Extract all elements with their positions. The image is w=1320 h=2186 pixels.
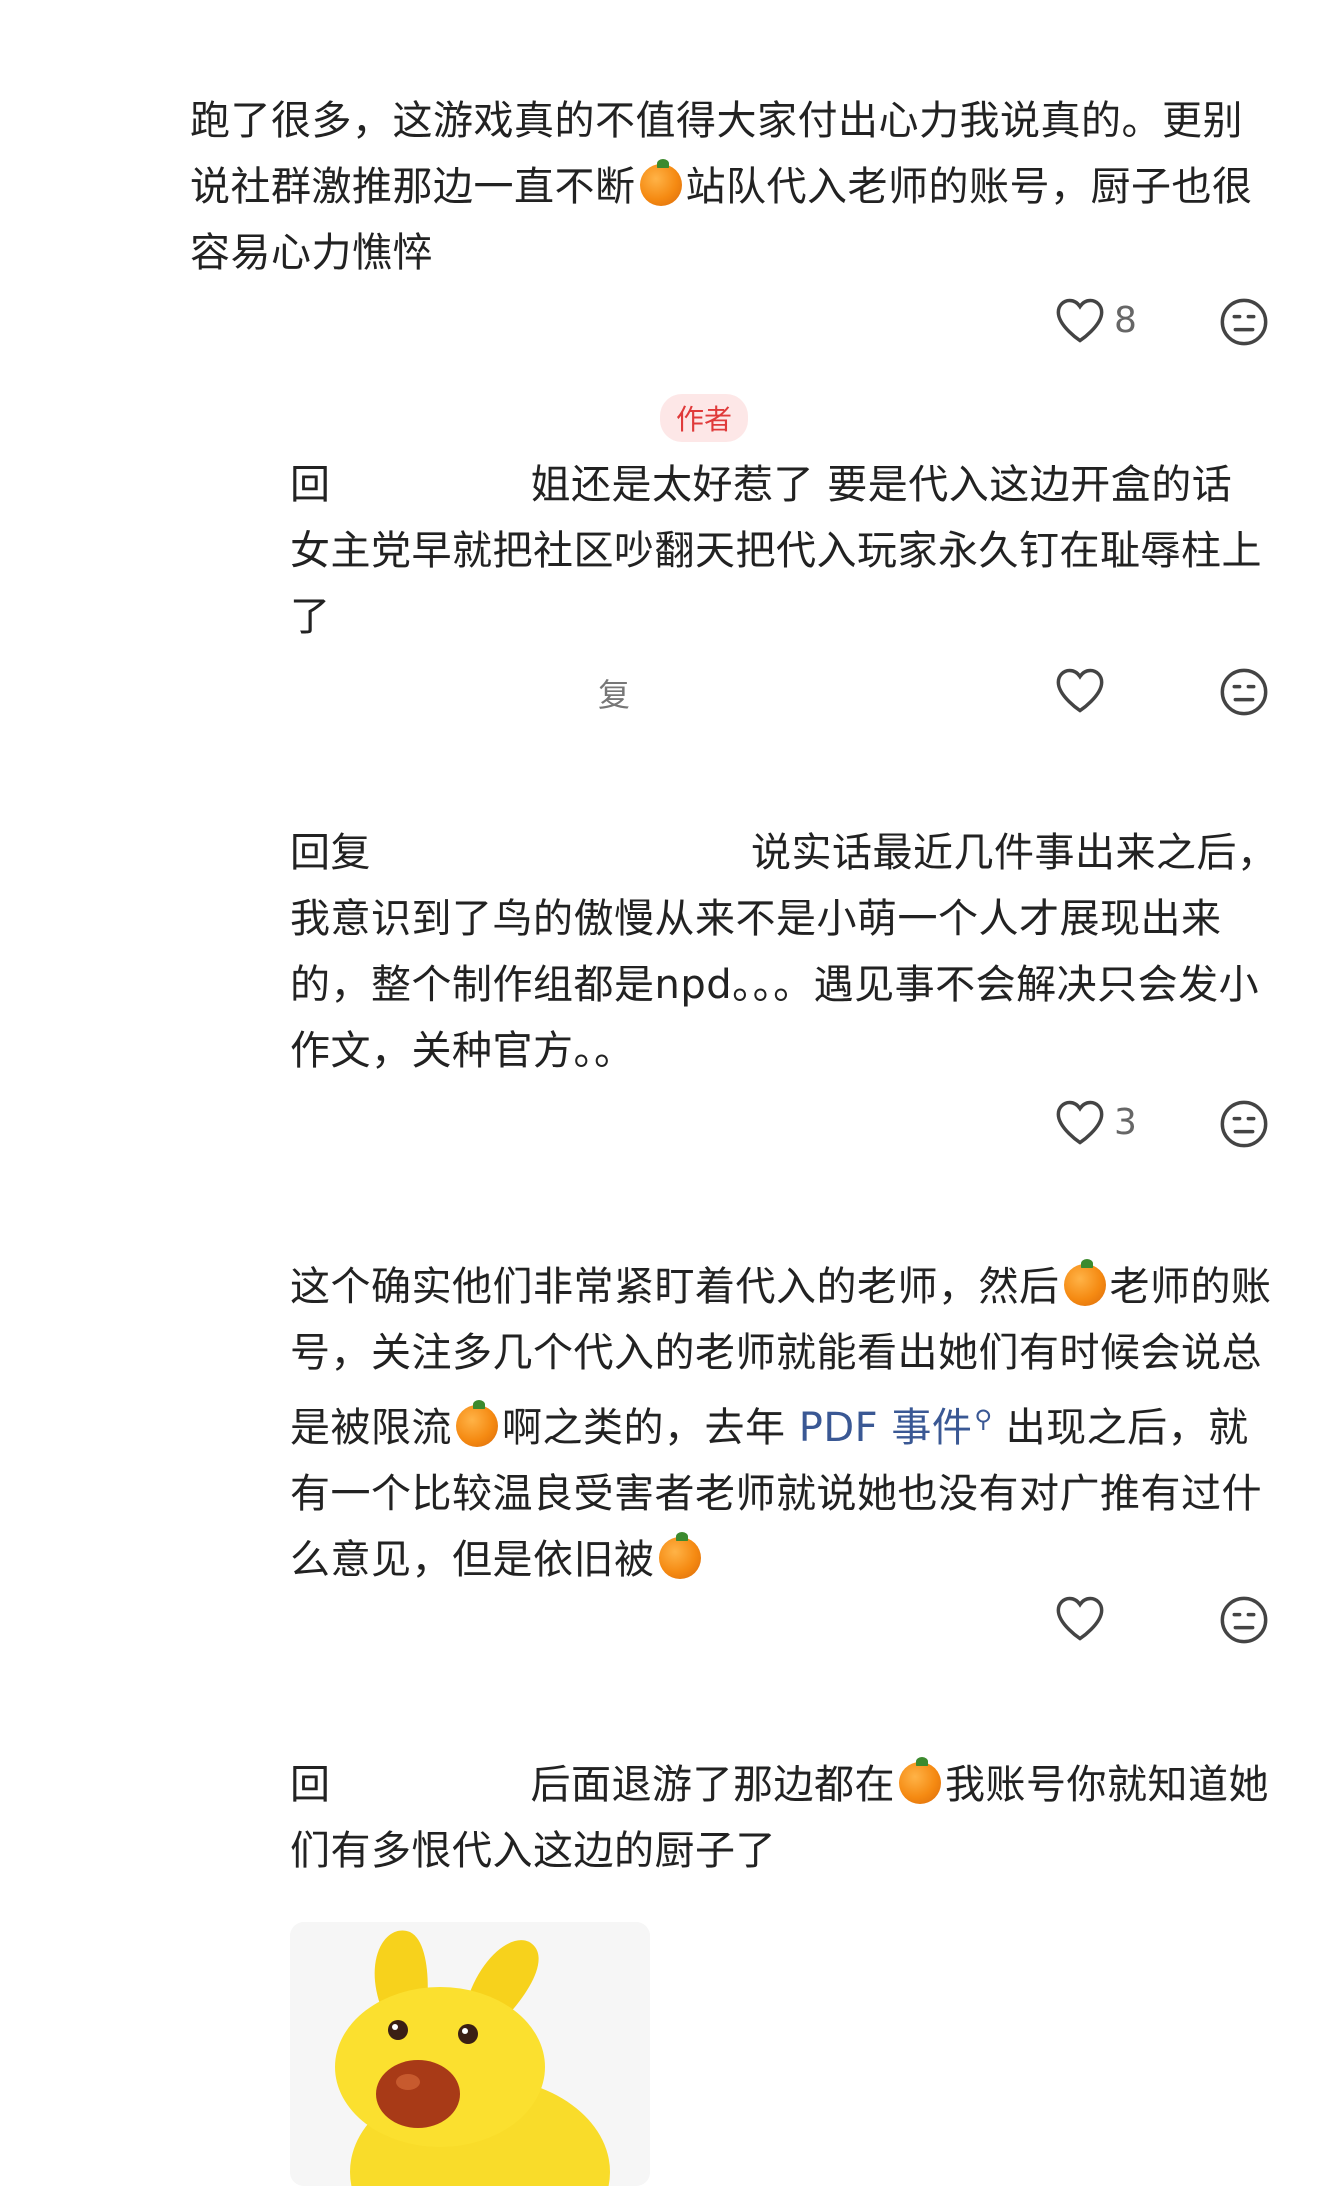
like-count: 8 [1114,299,1137,341]
neutral-face-icon [1220,1596,1268,1644]
redacted-username [330,1764,531,1804]
pdf-event-link[interactable]: PDF 事件⚲ [799,1405,993,1451]
neutral-face-icon [1220,1100,1268,1148]
orange-emoji-icon [456,1400,498,1447]
comment-3-text: 回复 说实话最近几件事出来之后，我意识到了鸟的傲慢从来不是小萌一个人才展现出来的，… [290,830,1278,1074]
neutral-face-icon [1220,668,1268,716]
redacted-username [371,832,751,872]
comment-4-actions [1054,1594,1106,1642]
orange-emoji-icon [639,159,682,206]
heart-icon [1056,1100,1104,1145]
heart-icon [1056,1596,1104,1641]
comment-2-text: 回姐还是太好惹了 要是代入这边开盒的话 女主党早就把社区吵翻天把代入玩家永久钉在… [290,462,1262,640]
heart-icon [1056,298,1104,343]
comment-4: 这个确实他们非常紧盯着代入的老师，然后 老师的账号，关注多几个代入的老师就能看出她… [290,1254,1280,1593]
heart-icon [1056,668,1104,713]
react-button[interactable] [1218,666,1270,722]
comment-5-text: 回后面退游了那边都在 我账号你就知道她们有多恨代入这边的厨子了 [290,1757,1269,1874]
like-button[interactable]: 8 [1054,296,1137,344]
comment-2: 回姐还是太好惹了 要是代入这边开盒的话 女主党早就把社区吵翻天把代入玩家永久钉在… [290,452,1280,650]
like-button[interactable] [1054,666,1106,714]
like-count: 3 [1114,1101,1137,1143]
orange-emoji-icon [1063,1259,1106,1306]
react-button[interactable] [1218,1594,1270,1650]
react-button[interactable] [1218,296,1270,352]
comment-3-actions: 3 [1054,1098,1137,1146]
reply-footer-fragment: 复 [598,676,631,714]
neutral-face-icon [1220,298,1268,346]
comment-4-text: 这个确实他们非常紧盯着代入的老师，然后 老师的账号，关注多几个代入的老师就能看出她… [290,1259,1272,1583]
comment-5: 回后面退游了那边都在 我账号你就知道她们有多恨代入这边的厨子了 [290,1752,1280,1884]
search-icon: ⚲ [974,1405,993,1433]
comment-1-actions: 8 [1054,296,1137,344]
like-button[interactable]: 3 [1054,1098,1137,1146]
comment-3: 回复 说实话最近几件事出来之后，我意识到了鸟的傲慢从来不是小萌一个人才展现出来的，… [290,820,1280,1084]
orange-emoji-icon [899,1757,941,1804]
like-button[interactable] [1054,1594,1106,1642]
comment-2-actions [1054,666,1106,714]
orange-emoji-icon [658,1532,701,1579]
redacted-username [330,464,531,504]
author-tag: 作者 [660,394,749,442]
sticker-image[interactable] [290,1922,650,2186]
yellow-kangaroo-sticker [290,1922,650,2186]
comment-1-text: 跑了很多，这游戏真的不值得大家付出心力我说真的。更别说社群激推那边一直不断 站队代… [190,98,1253,276]
react-button[interactable] [1218,1098,1270,1154]
comment-1: 跑了很多，这游戏真的不值得大家付出心力我说真的。更别说社群激推那边一直不断 站队代… [190,88,1280,286]
